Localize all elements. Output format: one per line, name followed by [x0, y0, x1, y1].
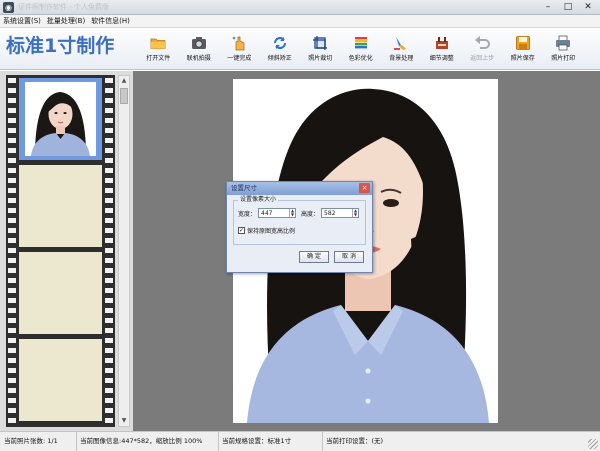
rotate-correct-icon	[272, 35, 288, 51]
group-label: 设置像素大小	[238, 196, 279, 204]
status-spec: 当前规格设置：标准1寸	[218, 432, 291, 451]
dialog-close-icon[interactable]: ×	[359, 183, 370, 193]
menu-bar: 系统设置(S) 批量处理(B) 软件信息(H)	[0, 15, 600, 28]
close-button[interactable]: ✕	[580, 1, 596, 13]
photo-save-button[interactable]: 照片保存	[503, 31, 544, 67]
width-spin-arrows[interactable]: ▲ ▼	[289, 209, 295, 217]
keep-ratio-option[interactable]: ✓ 保持原图宽高比例	[238, 226, 295, 235]
tool-buttons: 打开文件 联机拍摄 一键完成 倾斜矫正 照片裁切 色彩优化 背景处理 细节调整 …	[138, 31, 584, 67]
thumbnail-frame-selected[interactable]	[19, 78, 102, 160]
width-label: 宽度：	[238, 210, 257, 218]
dialog-title-bar[interactable]: 设置尺寸 ×	[227, 182, 372, 195]
thumbnail-scrollbar[interactable]: ▲ ▼	[118, 75, 130, 427]
scroll-down-icon[interactable]: ▼	[119, 416, 129, 426]
camera-icon	[191, 35, 207, 51]
color-optimize-button[interactable]: 色彩优化	[341, 31, 382, 67]
scroll-thumb[interactable]	[120, 88, 128, 104]
thumbnail-frame-empty[interactable]	[19, 252, 102, 334]
tilt-correction-button[interactable]: 倾斜矫正	[260, 31, 301, 67]
toolbar: 标准1寸制作 打开文件 联机拍摄 一键完成 倾斜矫正 照片裁切 色彩优化 背景处…	[0, 28, 600, 70]
size-row: 宽度： 447 ▲ ▼ 高度： 582 ▲ ▼	[238, 208, 360, 218]
status-bar: 当前照片张数: 1/1 当前图像信息:447*582，缩放比例 100% 当前规…	[0, 431, 600, 451]
brand-title: 标准1寸制作	[6, 35, 115, 57]
thumbnail-photo	[25, 82, 96, 156]
ok-button[interactable]: 确 定	[299, 251, 329, 263]
color-bars-icon	[353, 35, 369, 51]
minimize-button[interactable]: –	[540, 1, 556, 13]
filmstrip	[6, 75, 115, 427]
title-bar: ◉ 证件照制作软件 - 个人免费版 – □ ✕	[0, 0, 600, 15]
background-brush-icon	[393, 35, 409, 51]
film-sprocket-holes	[8, 75, 16, 427]
menu-batch-process[interactable]: 批量处理(B)	[44, 15, 88, 27]
magic-hand-icon	[231, 35, 247, 51]
undo-icon	[474, 35, 491, 51]
height-spin-arrows[interactable]: ▲ ▼	[352, 209, 358, 217]
status-print: 当前打印设置：(无)	[322, 432, 383, 451]
crop-icon	[312, 35, 328, 51]
menu-software-info[interactable]: 软件信息(H)	[88, 15, 133, 27]
status-photo-count: 当前照片张数: 1/1	[4, 437, 58, 445]
dialog-buttons: 确 定 取 消	[299, 251, 364, 263]
width-value: 447	[261, 210, 273, 217]
detail-adjust-button[interactable]: 细节调整	[422, 31, 463, 67]
pixel-size-group: 设置像素大小 宽度： 447 ▲ ▼ 高度： 582 ▲ ▼ ✓ 保持原图宽高比例	[233, 196, 366, 245]
photo-print-button[interactable]: 照片打印	[543, 31, 584, 67]
folder-icon	[150, 35, 166, 51]
open-file-button[interactable]: 打开文件	[138, 31, 179, 67]
detail-adjust-icon	[434, 35, 450, 51]
height-stepper[interactable]: 582 ▲ ▼	[321, 208, 360, 218]
tethered-capture-button[interactable]: 联机拍摄	[179, 31, 220, 67]
scroll-up-icon[interactable]: ▲	[119, 76, 129, 86]
thumbnail-frame-empty[interactable]	[19, 165, 102, 247]
cancel-button[interactable]: 取 消	[334, 251, 364, 263]
one-click-button[interactable]: 一键完成	[219, 31, 260, 67]
height-value: 582	[324, 210, 336, 217]
app-icon: ◉	[3, 2, 14, 13]
height-label: 高度：	[301, 210, 320, 218]
keep-ratio-label: 保持原图宽高比例	[247, 228, 296, 235]
maximize-button[interactable]: □	[560, 1, 576, 13]
film-sprocket-holes	[105, 75, 113, 427]
printer-icon	[555, 35, 571, 51]
status-image-info: 当前图像信息:447*582，缩放比例 100%	[76, 432, 202, 451]
set-size-dialog: 设置尺寸 × 设置像素大小 宽度： 447 ▲ ▼ 高度： 582 ▲ ▼ ✓ 保持…	[226, 181, 373, 273]
undo-button[interactable]: 返回上步	[462, 31, 503, 67]
background-process-button[interactable]: 背景处理	[381, 31, 422, 67]
photo-crop-button[interactable]: 照片裁切	[300, 31, 341, 67]
window-controls: – □ ✕	[540, 1, 596, 14]
thumbnail-frame-empty[interactable]	[19, 339, 102, 421]
save-icon	[515, 35, 531, 51]
thumbnail-panel: ▲ ▼	[0, 71, 133, 431]
resize-grip[interactable]	[588, 439, 598, 449]
window-title: 证件照制作软件 - 个人免费版	[18, 3, 109, 11]
menu-system-settings[interactable]: 系统设置(S)	[0, 15, 44, 27]
keep-ratio-checkbox[interactable]: ✓	[238, 227, 245, 234]
width-stepper[interactable]: 447 ▲ ▼	[258, 208, 297, 218]
dialog-title: 设置尺寸	[231, 184, 257, 192]
